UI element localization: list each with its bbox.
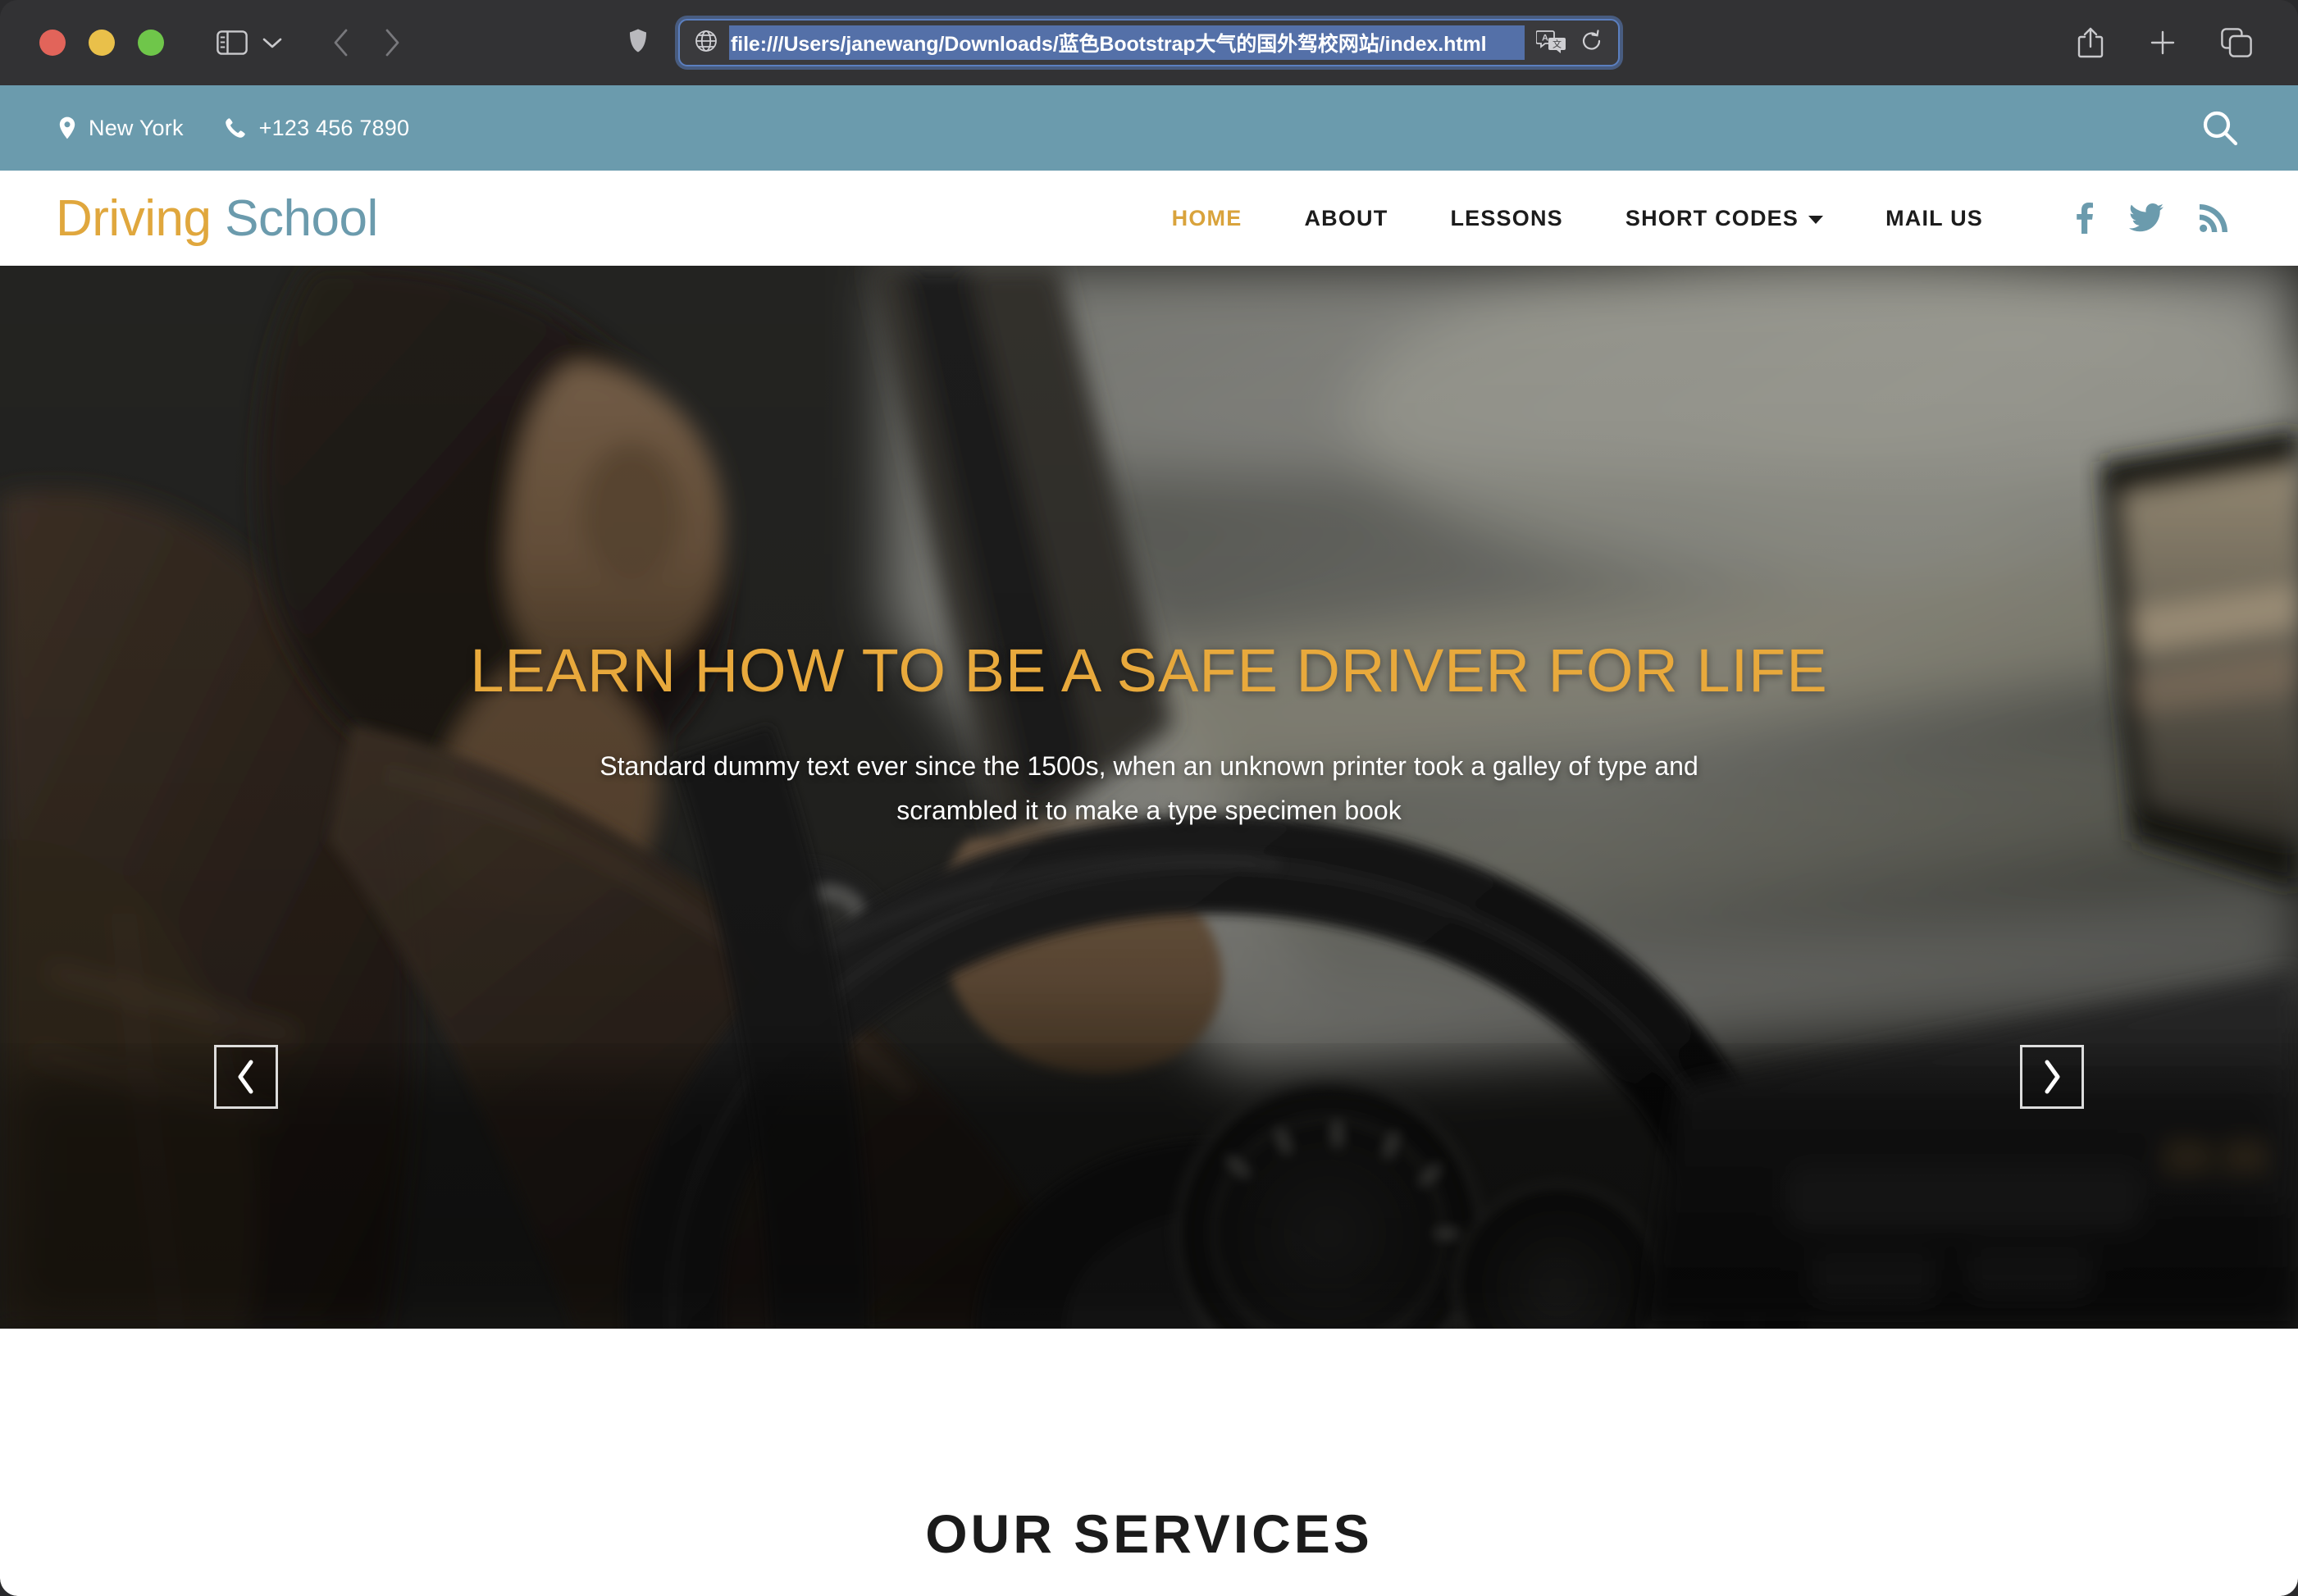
logo-part-school: School bbox=[225, 189, 378, 247]
site-topbar: New York +123 456 7890 bbox=[0, 85, 2298, 171]
location-pin-icon bbox=[59, 116, 75, 139]
minimize-window-button[interactable] bbox=[89, 30, 115, 56]
phone-icon bbox=[225, 117, 246, 139]
chevron-down-icon[interactable] bbox=[262, 37, 282, 49]
menu-item-about[interactable]: ABOUT bbox=[1273, 206, 1419, 231]
hero-social-instagram-label: Instagram bbox=[1169, 1328, 1282, 1329]
search-icon[interactable] bbox=[2201, 109, 2239, 147]
hero-social-twitter[interactable]: Twitter bbox=[958, 1328, 1169, 1329]
menu-item-home[interactable]: HOME bbox=[1141, 206, 1274, 231]
menu-item-mail-us[interactable]: MAIL US bbox=[1854, 206, 2014, 231]
menu-item-home-label: HOME bbox=[1171, 205, 1242, 230]
forward-arrow-icon[interactable] bbox=[384, 29, 400, 57]
site-navbar: Driving School HOME ABOUT LESSONS SHORT … bbox=[0, 171, 2298, 266]
browser-window: file:///Users/janewang/Downloads/蓝色Boots… bbox=[0, 0, 2298, 1596]
back-arrow-icon[interactable] bbox=[333, 29, 349, 57]
shield-icon[interactable] bbox=[629, 29, 647, 57]
page-viewport: New York +123 456 7890 Driving School HO… bbox=[0, 85, 2298, 1596]
navigation-arrows bbox=[333, 29, 400, 57]
window-controls bbox=[39, 30, 164, 56]
hero-social-facebook-label: Facebook bbox=[710, 1328, 822, 1329]
site-logo[interactable]: Driving School bbox=[56, 189, 378, 248]
carousel-prev-button[interactable] bbox=[214, 1045, 278, 1109]
hero-social-links: Facebook Twitter Instagram VK bbox=[0, 1328, 2298, 1329]
menu-item-lessons[interactable]: LESSONS bbox=[1419, 206, 1594, 231]
url-text[interactable]: file:///Users/janewang/Downloads/蓝色Boots… bbox=[729, 25, 1525, 60]
browser-toolbar: file:///Users/janewang/Downloads/蓝色Boots… bbox=[0, 0, 2298, 85]
twitter-icon[interactable] bbox=[2129, 203, 2163, 233]
chevron-left-icon bbox=[235, 1059, 257, 1095]
hero-subtitle: Standard dummy text ever since the 1500s… bbox=[600, 750, 1698, 826]
address-bar-container: file:///Users/janewang/Downloads/蓝色Boots… bbox=[630, 19, 1620, 66]
rss-icon[interactable] bbox=[2200, 204, 2227, 232]
toolbar-right-actions bbox=[2077, 26, 2270, 59]
globe-icon bbox=[695, 30, 718, 57]
services-section: OUR SERVICES bbox=[0, 1329, 2298, 1596]
svg-text:A: A bbox=[1542, 33, 1548, 43]
navbar-social-links bbox=[2077, 203, 2242, 234]
hero-social-facebook[interactable]: Facebook bbox=[710, 1328, 958, 1329]
hero-social-twitter-label: Twitter bbox=[958, 1328, 1033, 1329]
hero-title: LEARN HOW TO BE A SAFE DRIVER FOR LIFE bbox=[470, 636, 1828, 705]
topbar-location[interactable]: New York bbox=[59, 116, 184, 141]
share-icon[interactable] bbox=[2077, 26, 2104, 59]
address-bar-actions: A 文 bbox=[1535, 29, 1603, 57]
hero-social-vk-label: VK bbox=[1418, 1328, 1452, 1329]
hero-content: LEARN HOW TO BE A SAFE DRIVER FOR LIFE S… bbox=[0, 639, 2298, 832]
translate-icon[interactable]: A 文 bbox=[1535, 29, 1567, 57]
topbar-phone-label: +123 456 7890 bbox=[258, 115, 410, 140]
chevron-down-icon bbox=[1808, 216, 1824, 224]
facebook-icon[interactable] bbox=[2077, 203, 2093, 234]
menu-item-about-label: ABOUT bbox=[1304, 205, 1388, 230]
hero-social-instagram[interactable]: Instagram bbox=[1169, 1328, 1418, 1329]
menu-item-mail-us-label: MAIL US bbox=[1885, 205, 1983, 230]
hero-carousel: 20:35 LEARN HOW TO BE A SAFE DRIVER FOR … bbox=[0, 266, 2298, 1329]
topbar-contact-info: New York +123 456 7890 bbox=[59, 116, 409, 141]
menu-item-lessons-label: LESSONS bbox=[1450, 205, 1563, 230]
svg-text:文: 文 bbox=[1553, 38, 1562, 49]
tab-overview-icon[interactable] bbox=[2221, 28, 2252, 57]
chevron-right-icon bbox=[2041, 1059, 2063, 1095]
menu-item-short-codes[interactable]: SHORT CODES bbox=[1594, 206, 1854, 231]
close-window-button[interactable] bbox=[39, 30, 66, 56]
services-title: OUR SERVICES bbox=[925, 1503, 1373, 1564]
sidebar-icon[interactable] bbox=[217, 30, 248, 55]
plus-icon[interactable] bbox=[2149, 29, 2177, 57]
address-bar[interactable]: file:///Users/janewang/Downloads/蓝色Boots… bbox=[678, 19, 1620, 66]
topbar-location-label: New York bbox=[89, 115, 184, 140]
reload-icon[interactable] bbox=[1580, 29, 1603, 57]
logo-part-driving: Driving bbox=[56, 189, 212, 247]
hero-social-vk[interactable]: VK bbox=[1418, 1328, 1588, 1329]
main-menu: HOME ABOUT LESSONS SHORT CODES MAIL US bbox=[1141, 206, 2014, 231]
menu-item-short-codes-label: SHORT CODES bbox=[1625, 205, 1799, 230]
maximize-window-button[interactable] bbox=[138, 30, 164, 56]
carousel-next-button[interactable] bbox=[2020, 1045, 2084, 1109]
topbar-phone[interactable]: +123 456 7890 bbox=[225, 116, 410, 141]
